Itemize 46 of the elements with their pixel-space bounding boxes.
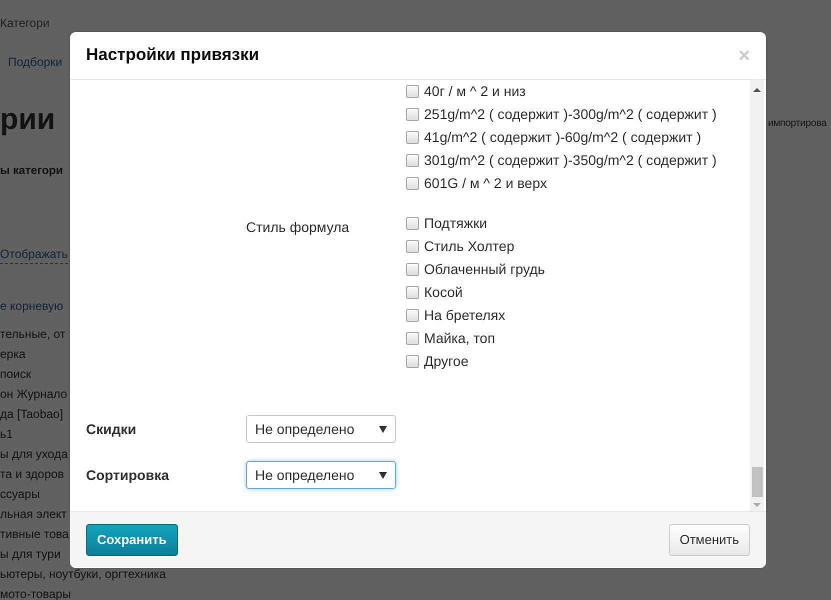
group-label: Стиль формула: [246, 219, 350, 235]
option-label: На бретелях: [424, 306, 506, 325]
checkbox[interactable]: [406, 355, 419, 368]
field-label: Скидки: [86, 420, 138, 439]
option-label: Косой: [424, 283, 463, 302]
close-button[interactable]: ×: [738, 46, 750, 66]
option-label: 41g/m^2 ( содержит )-60g/m^2 ( содержит ): [424, 128, 702, 147]
option-label: 601G / м ^ 2 и верх: [424, 174, 547, 193]
select-field[interactable]: Не определено: [246, 415, 396, 443]
caret-icon: [379, 472, 387, 478]
caret-icon: [379, 426, 387, 432]
checkbox[interactable]: [406, 263, 419, 276]
scrollbar[interactable]: [750, 80, 764, 511]
scroll-thumb[interactable]: [752, 467, 762, 497]
breadcrumb-link[interactable]: Категори: [0, 14, 50, 32]
root-link[interactable]: е корневую: [0, 297, 64, 315]
checkbox[interactable]: [406, 154, 419, 167]
page-heading: рии: [0, 102, 56, 138]
checkbox[interactable]: [406, 131, 419, 144]
checkbox[interactable]: [406, 309, 419, 322]
scroll-up-icon[interactable]: [753, 88, 761, 92]
scroll-down-icon[interactable]: [753, 503, 761, 507]
checkbox[interactable]: [406, 332, 419, 345]
save-button[interactable]: Сохранить: [86, 524, 178, 556]
option-label: Майка, топ: [424, 329, 496, 348]
section-heading: ы категори: [0, 164, 63, 179]
tab-link[interactable]: Подборки: [8, 53, 62, 71]
checkbox[interactable]: [406, 240, 419, 253]
option-label: Стиль Холтер: [424, 237, 514, 256]
option-label: 301g/m^2 ( содержит )-350g/m^2 ( содержит ): [424, 151, 717, 170]
option-label: 251g/m^2 ( содержит )-300g/m^2 ( содержит ): [424, 105, 717, 124]
checkbox[interactable]: [406, 217, 419, 230]
cancel-button[interactable]: Отменить: [668, 524, 750, 556]
page-text: импортирова: [768, 117, 827, 131]
option-label: Подтяжки: [424, 214, 488, 233]
option-label: Облаченный грудь: [424, 260, 545, 279]
toggle-link[interactable]: Отображать: [0, 245, 68, 264]
option-label: 40г / м ^ 2 и низ: [424, 82, 526, 101]
checkbox[interactable]: [406, 177, 419, 190]
option-label: Другое: [424, 352, 468, 371]
checkbox[interactable]: [406, 286, 419, 299]
select-field[interactable]: Не определено: [246, 461, 396, 489]
dialog-title: Настройки привязки: [86, 45, 260, 66]
checkbox[interactable]: [406, 85, 419, 98]
checkbox[interactable]: [406, 108, 419, 121]
field-label: Сортировка: [86, 466, 170, 485]
